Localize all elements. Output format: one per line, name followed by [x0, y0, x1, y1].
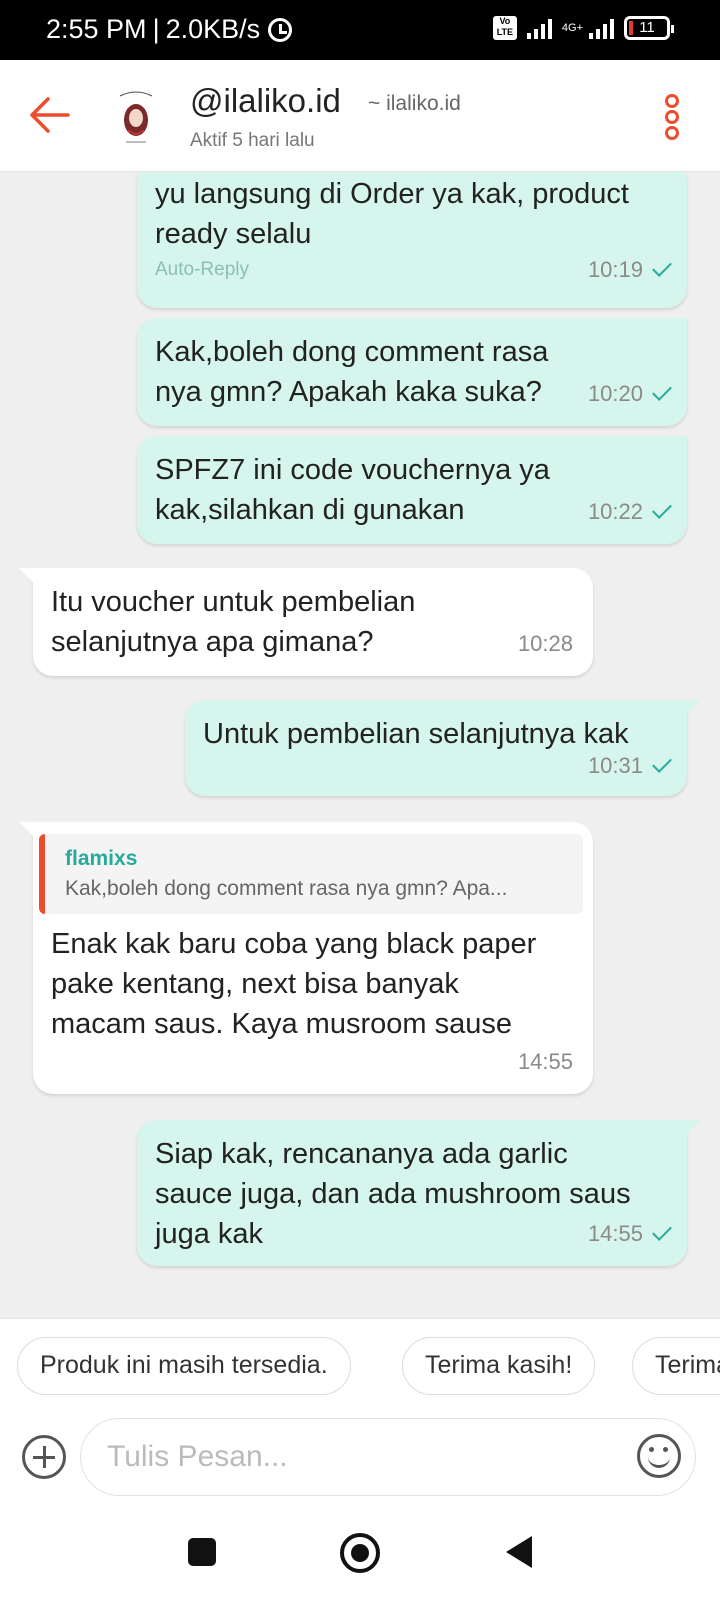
chat-header: @ilaliko.id ~ ilaliko.id Aktif 5 hari la… [0, 60, 720, 172]
message-meta: 10:20 [587, 374, 672, 414]
message-text: Kak,boleh dong comment rasa nya gmn? Apa… [155, 336, 549, 408]
signal-icon-2 [589, 17, 614, 39]
status-left: 2:55 PM | 2.0KB/s [46, 14, 293, 45]
quoted-message[interactable]: flamixs Kak,boleh dong comment rasa nya … [39, 834, 583, 914]
message-bubble-incoming[interactable]: Itu voucher untuk pembelian selanjutnya … [19, 568, 593, 676]
message-text: Itu voucher untuk pembelian selanjutnya … [51, 586, 416, 658]
shop-name: ~ ilaliko.id [368, 92, 461, 115]
message-text: yu langsung di Order ya kak, product rea… [155, 178, 629, 250]
message-bubble-outgoing[interactable]: Siap kak, rencananya ada garlic sauce ju… [137, 1120, 701, 1266]
message-time: 14:55 [587, 1221, 643, 1246]
quick-reply-chip[interactable]: Produk ini masih tersedia. [17, 1337, 351, 1395]
read-check-icon [652, 753, 672, 773]
status-time: 2:55 PM [46, 14, 147, 44]
auto-reply-label: Auto-Reply [155, 259, 249, 280]
message-bubble-outgoing[interactable]: yu langsung di Order ya kak, product rea… [137, 172, 687, 308]
last-active-status: Aktif 5 hari lalu [190, 130, 315, 151]
quick-reply-chip[interactable]: Terima kasih [632, 1337, 720, 1395]
message-bubble-outgoing[interactable]: SPFZ7 ini code vouchernya ya kak,silahka… [137, 436, 687, 544]
shop-avatar[interactable] [106, 86, 166, 146]
message-text: SPFZ7 ini code vouchernya ya kak,silahka… [155, 454, 550, 526]
message-bubble-incoming-reply[interactable]: flamixs Kak,boleh dong comment rasa nya … [19, 822, 593, 1094]
shop-username[interactable]: @ilaliko.id [190, 82, 341, 120]
message-text: Enak kak baru coba yang black paper pake… [51, 928, 537, 1040]
message-field[interactable] [80, 1418, 696, 1496]
signal-icon [526, 17, 552, 39]
message-input-bar [0, 1414, 720, 1514]
volte-icon: Vo LTE [492, 16, 517, 40]
status-right: Vo LTE 4G+ 11 [492, 16, 674, 40]
shop-logo-icon [119, 91, 153, 143]
message-time: 14:55 [517, 1049, 573, 1074]
recents-icon[interactable] [188, 1538, 216, 1566]
message-time: 10:31 [587, 753, 643, 778]
read-check-icon [652, 1221, 672, 1241]
message-time: 10:20 [587, 381, 643, 406]
message-meta: 10:31 [587, 746, 672, 786]
back-arrow-icon[interactable] [26, 92, 72, 138]
system-nav-bar [0, 1514, 720, 1600]
status-separator: | [152, 14, 160, 44]
home-icon[interactable] [340, 1533, 380, 1573]
add-attachment-icon[interactable] [22, 1435, 66, 1479]
read-check-icon [652, 257, 672, 277]
quick-replies-bar: Produk ini masih tersedia. Terima kasih!… [0, 1318, 720, 1414]
alarm-icon [268, 17, 293, 42]
read-check-icon [652, 499, 672, 519]
network-type: 4G+ [561, 22, 583, 34]
read-check-icon [652, 381, 672, 401]
message-list[interactable]: yu langsung di Order ya kak, product rea… [0, 172, 720, 1318]
message-meta: 10:28 [518, 622, 573, 664]
message-time: 10:22 [587, 499, 643, 524]
quick-reply-chip[interactable]: Terima kasih! [402, 1337, 596, 1395]
message-time: 10:19 [587, 257, 643, 282]
message-meta: 14:55 [587, 1214, 672, 1254]
back-icon[interactable] [506, 1536, 532, 1568]
status-speed: 2.0KB/s [165, 14, 261, 44]
quoted-username: flamixs [65, 847, 138, 870]
quoted-text: Kak,boleh dong comment rasa nya gmn? Apa… [65, 877, 508, 900]
message-time: 10:28 [517, 631, 573, 656]
status-bar: 2:55 PM | 2.0KB/s Vo LTE 4G+ 11 [0, 0, 720, 60]
emoji-icon[interactable] [637, 1434, 681, 1478]
more-options-icon[interactable] [662, 94, 682, 140]
battery-icon: 11 [624, 16, 674, 40]
message-meta: 10:22 [587, 492, 672, 532]
message-meta: Auto-Reply 10:19 [137, 254, 687, 298]
message-bubble-outgoing[interactable]: Untuk pembelian selanjutnya kak 10:31 [185, 700, 701, 796]
message-input[interactable] [107, 1433, 607, 1481]
message-meta: 14:55 [518, 1040, 573, 1082]
message-bubble-outgoing[interactable]: Kak,boleh dong comment rasa nya gmn? Apa… [137, 318, 687, 426]
